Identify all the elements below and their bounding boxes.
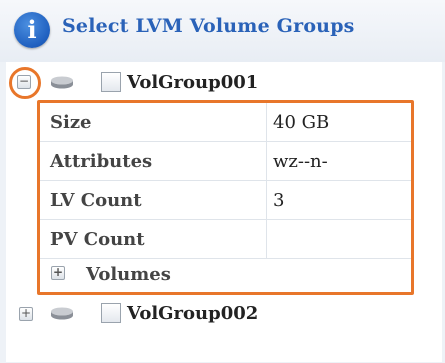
highlight-box-annotation xyxy=(37,100,414,295)
disk-icon xyxy=(51,307,73,320)
dialog-header: i Select LVM Volume Groups xyxy=(0,0,445,62)
volgroup002-checkbox[interactable] xyxy=(101,303,121,323)
volgroup001-checkbox[interactable] xyxy=(101,72,121,92)
info-icon: i xyxy=(14,12,50,48)
tree-row-volgroup001: − VolGroup001 xyxy=(6,68,442,96)
header-title: Select LVM Volume Groups xyxy=(62,15,355,37)
tree-row-volgroup002: + VolGroup002 xyxy=(6,300,442,328)
volgroup001-label: VolGroup001 xyxy=(127,72,259,93)
expand-toggle-icon[interactable]: + xyxy=(19,306,33,321)
volgroup002-label: VolGroup002 xyxy=(127,303,259,324)
disk-icon xyxy=(51,76,73,89)
highlight-circle-annotation xyxy=(9,67,41,99)
